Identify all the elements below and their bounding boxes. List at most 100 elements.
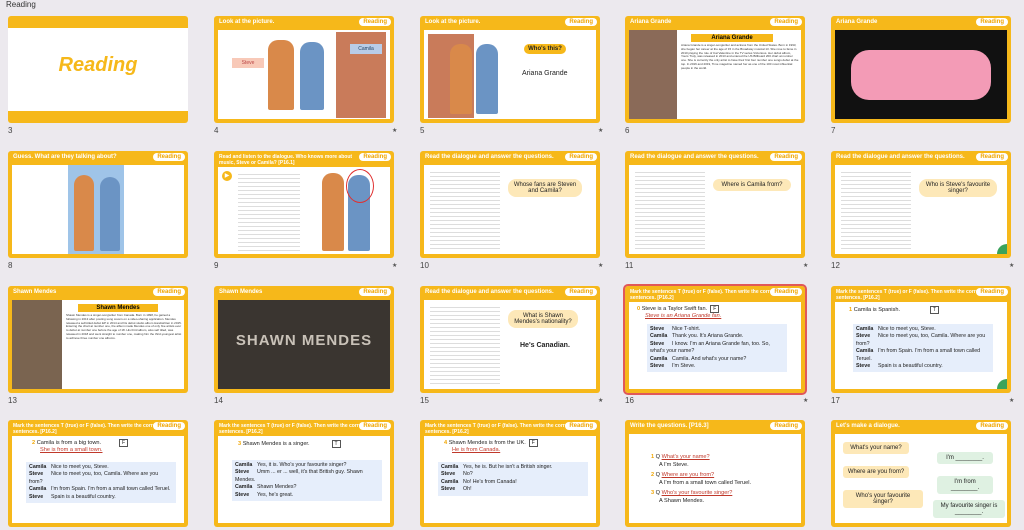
slide-thumbnail-5[interactable]: Look at the picture. Reading Who's this?… <box>420 16 600 123</box>
star-icon: ★ <box>598 398 604 404</box>
reading-tag: Reading <box>976 153 1008 161</box>
dialogue-row: Camila Nice to meet you, Steve. <box>856 326 936 332</box>
prompt-bubble: What's your name? <box>843 442 909 454</box>
slide-thumbnail-16[interactable]: Mark the sentences T (true) or F (false)… <box>623 284 807 395</box>
reply-bubble: I'm ________. <box>937 452 993 464</box>
correction: Steve is an Ariana Grande fan. <box>645 313 722 319</box>
slide-body: What is Shawn Mendes's nationality? He's… <box>424 300 596 389</box>
slide-number: 4 <box>214 126 219 135</box>
answer-text: He's Canadian. <box>520 342 570 349</box>
slide-number: 5 <box>420 126 425 135</box>
dialogue-row: Camila I'm from Spain. I'm from a small t… <box>29 486 171 493</box>
article-text: Ariana Grande is a singer-songwriter and… <box>681 43 799 70</box>
dialogue-text <box>238 171 300 251</box>
slide-title: Mark the sentences T (true) or F (false)… <box>630 289 777 301</box>
reading-tag: Reading <box>359 153 391 161</box>
video-title: SHAWN MENDES <box>235 332 373 349</box>
article-heading: Shawn Mendes <box>78 304 158 312</box>
slide-thumbnail-12[interactable]: Read the dialogue and answer the questio… <box>831 151 1011 258</box>
slide-body: 0 Steve is a Taylor Swift fan. F Steve is… <box>629 302 801 389</box>
slide-thumbnail-10[interactable]: Read the dialogue and answer the questio… <box>420 151 600 258</box>
slide-thumbnail-21[interactable]: Write the questions. [P16.3] Reading 1 Q… <box>625 420 805 527</box>
dialogue-row: Camila I'm from Spain. I'm from a small t… <box>856 348 981 362</box>
slide-body: Who's this? Ariana Grande <box>424 30 596 119</box>
article-text: Shawn Mendes is a singer-songwriter from… <box>66 313 182 340</box>
app-title: Reading <box>6 0 36 9</box>
slide-thumbnail-8[interactable]: Guess. What are they talking about? Read… <box>8 151 188 258</box>
dialogue-row: Steve Spain is a beautiful country. <box>29 493 116 500</box>
slide-thumbnail-9[interactable]: Read and listen to the dialogue. Who kno… <box>214 151 394 258</box>
slide-title: Shawn Mendes <box>219 289 263 295</box>
reading-tag: Reading <box>565 18 597 26</box>
dialogue-text <box>635 169 705 251</box>
slide-thumbnail-11[interactable]: Read the dialogue and answer the questio… <box>625 151 805 258</box>
question-item: 3 Q Who's your favourite singer? <box>651 490 733 496</box>
slide-body: ▶ <box>218 167 390 254</box>
steve-figure <box>74 175 94 251</box>
slide-body: What's your name? Where are you from? Wh… <box>835 434 1007 523</box>
slide-thumbnail-7[interactable]: Ariana Grande Reading <box>831 16 1011 123</box>
corner-decoration <box>997 379 1007 389</box>
slide-number: 15 <box>420 396 429 405</box>
slide-title: Mark the sentences T (true) or F (false)… <box>219 423 366 435</box>
correction: She is from a small town. <box>40 447 103 453</box>
question-bubble: Who is Steve's favourite singer? <box>919 179 997 197</box>
reading-tag: Reading <box>770 422 802 430</box>
statement: 2 Camila is from a big town. F <box>32 439 129 447</box>
slide-thumbnail-18[interactable]: Mark the sentences T (true) or F (false)… <box>8 420 188 527</box>
dialogue-row: Steve Spain is a beautiful country. <box>856 363 943 370</box>
slide-number: 12 <box>831 261 840 270</box>
play-audio-icon[interactable]: ▶ <box>222 171 232 181</box>
slide-thumbnail-20[interactable]: Mark the sentences T (true) or F (false)… <box>420 420 600 527</box>
slide-number: 13 <box>8 396 17 405</box>
slide-number: 6 <box>625 126 630 135</box>
slide-thumbnail-15[interactable]: Read the dialogue and answer the questio… <box>420 286 600 393</box>
reading-tag: Reading <box>976 18 1008 26</box>
dialogue-row: Steve Nice to meet you, too, Camila. Wher… <box>29 471 159 485</box>
reading-tag: Reading <box>359 422 391 430</box>
slide-number: 9 <box>214 261 219 270</box>
slide-thumbnail-3[interactable]: Reading <box>8 16 188 123</box>
dialogue-row: Steve Umm ... er ... well, it's that Brit… <box>235 469 363 483</box>
slide-title: Read the dialogue and answer the questio… <box>425 154 554 160</box>
dialogue-text <box>841 169 911 251</box>
dialogue-box: Camila Nice to meet you, Steve. Steve Nice… <box>26 462 176 504</box>
star-icon: ★ <box>1009 263 1015 269</box>
slide-thumbnail-4[interactable]: Look at the picture. Reading Steve Camil… <box>214 16 394 123</box>
prompt-bubble: Who's your favourite singer? <box>843 490 923 508</box>
slide-thumbnail-22[interactable]: Let's make a dialogue. Reading What's yo… <box>831 420 1011 527</box>
cover-title: Reading <box>58 54 138 76</box>
slide-body: 1 Q What's your name? A I'm Steve. 2 Q W… <box>629 434 801 523</box>
slide-body: Ariana Grande Ariana Grande is a singer-… <box>629 30 801 119</box>
slide-thumbnail-6[interactable]: Ariana Grande Reading Ariana Grande Aria… <box>625 16 805 123</box>
slide-thumbnail-17[interactable]: Mark the sentences T (true) or F (false)… <box>831 286 1011 393</box>
video-frame[interactable] <box>835 30 1007 119</box>
question-bubble: What is Shawn Mendes's nationality? <box>508 310 578 328</box>
dialogue-row: Steve No? <box>441 471 473 478</box>
slide-body: Steve Camila <box>218 30 390 119</box>
slide-number: 3 <box>8 126 13 135</box>
dialogue-box: Camila Nice to meet you, Steve. Steve Nice… <box>853 324 993 373</box>
slide-title: Ariana Grande <box>630 19 672 25</box>
steve-figure <box>268 40 294 110</box>
slide-title: Let's make a dialogue. <box>836 423 900 429</box>
dialogue-row: Steve Yes, he's great. <box>235 491 294 498</box>
star-icon: ★ <box>392 128 398 134</box>
slide-thumbnail-14[interactable]: Shawn Mendes Reading SHAWN MENDES <box>214 286 394 393</box>
reading-tag: Reading <box>153 288 185 296</box>
slide-thumbnail-13[interactable]: Shawn Mendes Reading Shawn Mendes Shawn … <box>8 286 188 393</box>
reading-tag: Reading <box>153 422 185 430</box>
dialogue-row: Camila Nice to meet you, Steve. <box>29 464 109 470</box>
dialogue-box: Camila Yes, he is. But he isn't a British… <box>438 462 588 496</box>
prompt-bubble: Where are you from? <box>843 466 909 478</box>
article-heading: Ariana Grande <box>691 34 773 42</box>
slide-body: Where is Camila from? <box>629 165 801 254</box>
slide-thumbnail-19[interactable]: Mark the sentences T (true) or F (false)… <box>214 420 394 527</box>
answer-text: Ariana Grande <box>522 70 568 77</box>
reading-tag: Reading <box>565 422 597 430</box>
reading-tag: Reading <box>153 153 185 161</box>
slide-title: Ariana Grande <box>836 19 878 25</box>
slide-number: 16 <box>625 396 634 405</box>
slide-body: 1 Camila is Spanish. T Camila Nice to meet… <box>835 302 1007 389</box>
video-frame[interactable]: SHAWN MENDES <box>218 300 390 389</box>
